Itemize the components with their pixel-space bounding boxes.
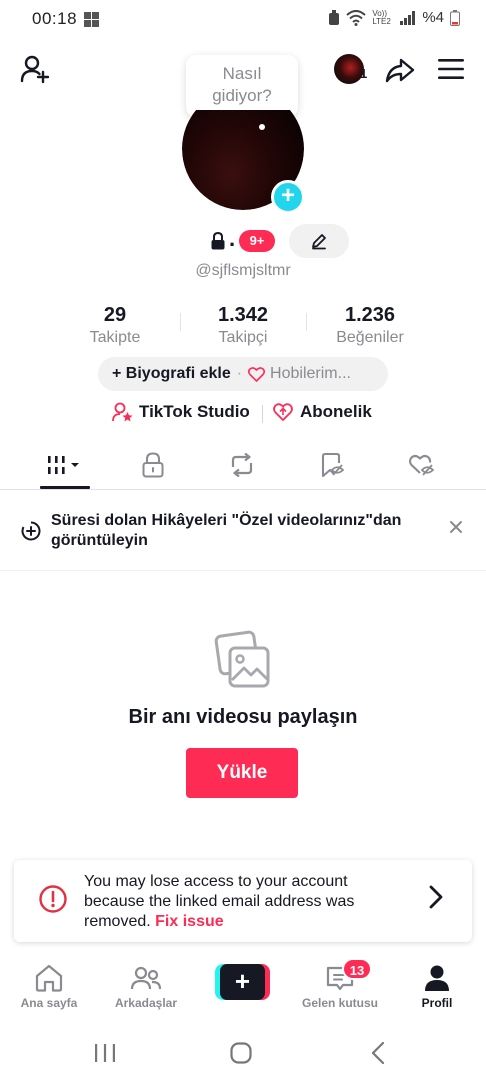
add-avatar-icon[interactable]: + [271, 180, 305, 214]
network-label: Vo)) LTE2 [372, 8, 391, 26]
warning-text: You may lose access to your account beca… [84, 872, 394, 932]
alert-icon [39, 885, 67, 913]
grid-bars-icon [48, 456, 79, 474]
nav-inbox[interactable]: Gelen kutusu [292, 962, 388, 1010]
tab-favorites[interactable] [307, 448, 357, 482]
wifi-icon [346, 9, 366, 26]
tiktok-studio-link[interactable]: TikTok Studio [112, 402, 250, 422]
subscription-heart-icon [273, 403, 293, 421]
account-count: 1 [360, 66, 368, 81]
stat-likes-label: Beğeniler [336, 329, 404, 346]
expired-stories-notice[interactable]: Süresi dolan Hikâyeleri "Özel videoların… [0, 505, 486, 571]
creator-links-row: TikTok Studio Abonelik [0, 400, 486, 428]
studio-person-star-icon [112, 402, 133, 422]
stat-divider [180, 313, 181, 331]
tab-liked[interactable] [397, 448, 447, 482]
nav-profile[interactable]: Profil [389, 962, 485, 1010]
display-name: . [229, 226, 236, 251]
stat-likes-value: 1.236 [344, 304, 396, 326]
friends-icon [130, 966, 162, 990]
nav-friends[interactable]: Arkadaşlar [98, 962, 194, 1010]
username: @sjflsmjsltmr [195, 262, 291, 279]
battery-icon [450, 9, 460, 26]
add-user-icon[interactable] [20, 54, 50, 84]
story-add-icon [21, 521, 41, 541]
tab-reposts[interactable] [217, 448, 267, 482]
status-prompt-tooltip[interactable]: Nasıl gidiyor? [186, 55, 298, 117]
battery-percent: %4 [422, 9, 444, 26]
add-bio-label[interactable]: + Biyografi ekle [112, 365, 231, 383]
bookmark-hidden-icon [321, 452, 345, 478]
stat-following-label: Takipte [89, 329, 141, 346]
create-button[interactable]: + [215, 964, 270, 1000]
nav-home[interactable]: Ana sayfa [1, 962, 97, 1010]
bio-separator: · [236, 365, 243, 382]
inbox-badge: 13 [342, 958, 372, 980]
content-tabs [0, 440, 486, 490]
nav-profile-label: Profil [421, 996, 453, 1010]
create-plus-icon: + [220, 964, 265, 1000]
bio-pill[interactable]: + Biyografi ekle · Hobilerim... [98, 357, 388, 391]
tooltip-line-2: gidiyor? [212, 86, 272, 105]
chevron-right-icon[interactable] [428, 884, 444, 910]
photos-icon [214, 630, 270, 688]
empty-state-title: Bir anı videosu paylaşın [128, 706, 358, 728]
subscription-label: Abonelik [300, 402, 372, 421]
repost-icon [231, 453, 253, 477]
tab-private[interactable] [128, 448, 178, 482]
lock-icon [211, 232, 225, 250]
stat-divider [306, 313, 307, 331]
lock-icon [142, 452, 164, 478]
pencil-icon [312, 234, 326, 250]
tooltip-line-1: Nasıl [222, 64, 262, 83]
links-divider [262, 405, 263, 423]
status-indicators: Vo)) LTE2 %4 [328, 9, 460, 26]
recent-apps-icon[interactable] [93, 1042, 117, 1064]
system-navigation-bar [0, 1030, 486, 1074]
tab-videos[interactable] [40, 448, 90, 482]
status-bar: 00:18 Vo)) LTE2 %4 [0, 0, 486, 40]
name-row: . 9+ [0, 224, 486, 258]
home-button-icon[interactable] [229, 1041, 253, 1065]
alarm-icon [329, 9, 340, 25]
close-icon[interactable] [448, 519, 464, 535]
account-warning-card[interactable]: You may lose access to your account beca… [14, 860, 472, 942]
stat-following[interactable]: 29 Takipte [55, 304, 175, 347]
tiktok-studio-label: TikTok Studio [139, 402, 250, 421]
back-icon[interactable] [370, 1041, 386, 1065]
nav-inbox-label: Gelen kutusu [301, 996, 378, 1010]
fix-issue-link[interactable]: Fix issue [155, 913, 223, 930]
notice-text: Süresi dolan Hikâyeleri "Özel videoların… [51, 512, 402, 549]
share-icon[interactable] [384, 54, 416, 86]
upload-button[interactable]: Yükle [186, 748, 298, 798]
notification-badge[interactable]: 9+ [239, 230, 275, 252]
home-icon [35, 964, 63, 992]
tooltip-pointer-dot [259, 124, 265, 130]
menu-icon[interactable] [437, 57, 465, 81]
heart-hidden-icon [408, 454, 435, 476]
heart-icon [248, 366, 266, 382]
profile-icon [425, 965, 449, 991]
edit-profile-button[interactable] [289, 224, 349, 258]
stat-followers-label: Takipçi [218, 329, 268, 346]
hobbies-label[interactable]: Hobilerim... [270, 365, 351, 383]
gallery-notification-icon [84, 12, 99, 27]
nav-friends-label: Arkadaşlar [114, 996, 178, 1010]
stat-followers-value: 1.342 [217, 304, 269, 326]
signal-icon [400, 10, 416, 25]
stat-likes[interactable]: 1.236 Beğeniler [310, 304, 430, 347]
stat-following-value: 29 [103, 304, 127, 326]
active-tab-indicator [40, 486, 90, 489]
subscription-link[interactable]: Abonelik [273, 402, 372, 422]
status-time: 00:18 [32, 9, 78, 28]
nav-home-label: Ana sayfa [20, 996, 78, 1010]
stat-followers[interactable]: 1.342 Takipçi [183, 304, 303, 347]
